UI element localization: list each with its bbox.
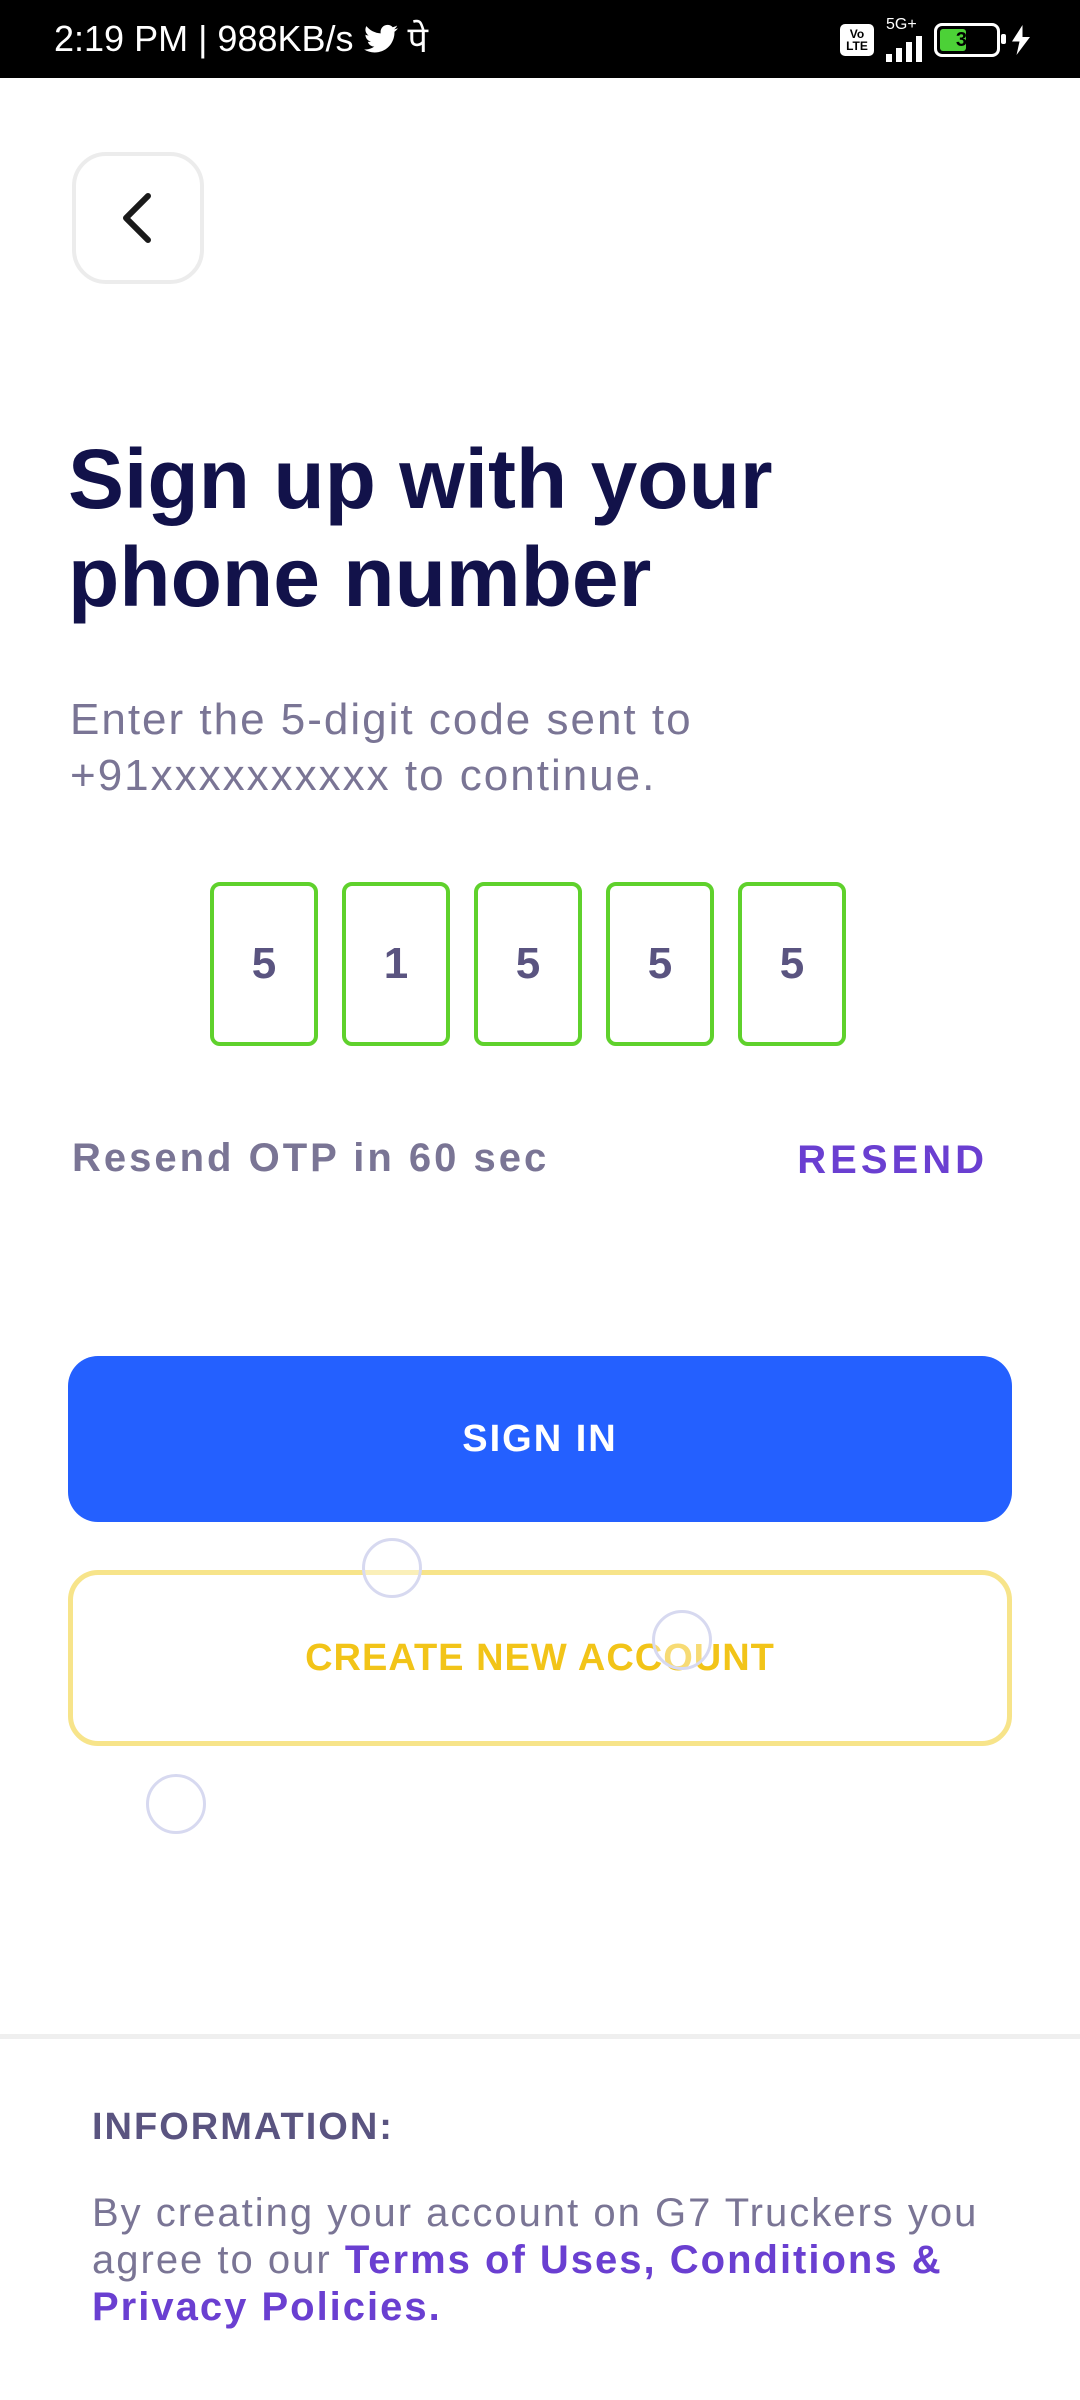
otp-input-group: 5 1 5 5 5 [210, 882, 846, 1046]
status-bar-left: 2:19 PM | 988KB/s पे [54, 14, 428, 63]
status-extra-glyph: पे [407, 19, 428, 60]
otp-digit-4[interactable]: 5 [606, 882, 714, 1046]
back-chevron-icon [123, 193, 151, 243]
resend-button[interactable]: RESEND [797, 1138, 988, 1183]
info-heading: INFORMATION: [92, 2106, 394, 2148]
volte-icon: Vo LTE [840, 24, 874, 56]
otp-digit-2[interactable]: 1 [342, 882, 450, 1046]
section-divider [0, 2034, 1080, 2039]
resend-timer: Resend OTP in 60 sec [72, 1136, 550, 1180]
signal-icon: 5G+ [886, 16, 922, 62]
back-button[interactable] [72, 152, 204, 284]
touch-indicator [362, 1538, 422, 1598]
otp-digit-3[interactable]: 5 [474, 882, 582, 1046]
status-bar: 2:19 PM | 988KB/s पे Vo LTE 5G+ 31 [0, 0, 1080, 78]
sign-in-button[interactable]: SIGN IN [68, 1356, 1012, 1522]
touch-indicator [652, 1610, 712, 1670]
battery-icon: 31 [934, 23, 1006, 57]
status-bar-right: Vo LTE 5G+ 31 [840, 16, 1030, 62]
battery-level: 31 [955, 29, 979, 51]
otp-digit-1[interactable]: 5 [210, 882, 318, 1046]
status-time-speed: 2:19 PM | 988KB/s [54, 17, 354, 59]
info-text: By creating your account on G7 Truckers … [92, 2190, 992, 2331]
create-account-button[interactable]: CREATE NEW ACCOUNT [68, 1570, 1012, 1746]
twitter-icon [363, 24, 398, 52]
touch-indicator [146, 1774, 206, 1834]
page-title: Sign up with your phone number [68, 432, 773, 624]
page-subtitle: Enter the 5-digit code sent to +91xxxxxx… [70, 695, 693, 800]
charging-icon [1012, 25, 1030, 55]
otp-digit-5[interactable]: 5 [738, 882, 846, 1046]
network-type: 5G+ [886, 16, 917, 33]
